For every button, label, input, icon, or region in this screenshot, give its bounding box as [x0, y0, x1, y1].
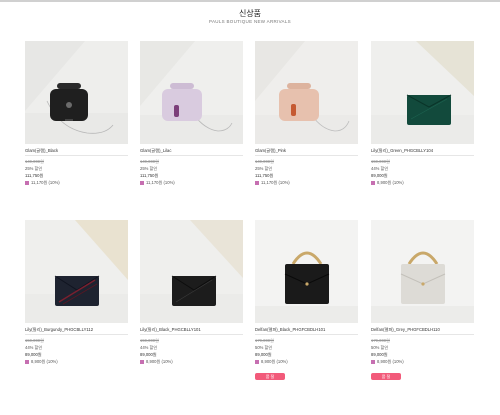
points-value: 8,900원 (10%)	[146, 359, 173, 364]
sale-price: 89,000원	[25, 352, 42, 357]
bag-pink-crossbody-image	[255, 41, 358, 144]
product-card[interactable]: Delfan(델파)_Grey_PHGFCBDLH110 179,000원 50…	[371, 220, 474, 383]
product-name[interactable]: Lily(릴리)_Black_PHGCBLLY101	[140, 327, 243, 335]
product-card[interactable]: Glam(글램)_Black 149,000원 25% 할인 111,750원 …	[25, 41, 128, 186]
product-image[interactable]	[255, 41, 358, 144]
sale-price: 89,000원	[140, 352, 157, 357]
product-image[interactable]	[140, 41, 243, 144]
soldout-badge: 품 절	[255, 373, 285, 380]
discount-rate: 50% 할인	[371, 345, 389, 350]
points-line: 8,900원 (10%)	[255, 358, 358, 365]
points-line: 8,900원 (10%)	[25, 358, 128, 365]
bag-black-clutch-image	[140, 220, 243, 323]
points-value: 8,900원 (10%)	[31, 359, 58, 364]
sale-price: 89,000원	[371, 173, 388, 178]
bag-black-tophandle-image	[255, 220, 358, 323]
product-image[interactable]	[255, 220, 358, 323]
point-icon	[140, 180, 144, 185]
sale-price: 111,750원	[25, 173, 44, 178]
product-image[interactable]	[371, 220, 474, 323]
page-title: 신상품	[238, 9, 262, 18]
original-price: 149,000원	[140, 159, 159, 164]
bag-green-clutch-image	[371, 41, 474, 144]
discount-rate: 44% 할인	[25, 345, 43, 350]
product-name[interactable]: Lily(릴리)_Burgundy_PHGCBLLY112	[25, 327, 128, 335]
point-icon	[371, 180, 375, 185]
point-icon	[25, 180, 29, 185]
discount-rate: 25% 할인	[140, 166, 158, 171]
product-card[interactable]: Delfan(델파)_Black_PHGFCBDLH101 179,000원 5…	[255, 220, 358, 383]
original-price: 159,000원	[371, 159, 390, 164]
product-card[interactable]: Glam(글램)_Pink 149,000원 25% 할인 111,750원 1…	[255, 41, 358, 186]
discount-rate: 50% 할인	[255, 345, 273, 350]
points-value: 8,900원 (10%)	[377, 180, 404, 185]
points-value: 11,170원 (10%)	[31, 180, 60, 185]
bag-black-crossbody-image	[25, 41, 128, 144]
product-card[interactable]: Lily(릴리)_Burgundy_PHGCBLLY112 159,000원 4…	[25, 220, 128, 365]
point-icon	[25, 359, 29, 364]
soldout-badge: 품 절	[371, 373, 401, 380]
points-line: 8,900원 (10%)	[140, 358, 243, 365]
original-price: 159,000원	[140, 338, 159, 343]
discount-rate: 44% 할인	[140, 345, 158, 350]
product-card[interactable]: Lily(릴리)_Black_PHGCBLLY101 159,000원 44% …	[140, 220, 243, 365]
product-name[interactable]: Glam(글램)_Pink	[255, 148, 358, 156]
points-value: 8,900원 (10%)	[377, 359, 404, 364]
points-value: 8,900원 (10%)	[261, 359, 288, 364]
bag-grey-tophandle-image	[371, 220, 474, 323]
original-price: 149,000원	[255, 159, 274, 164]
points-line: 11,170원 (10%)	[140, 179, 243, 186]
point-icon	[255, 359, 259, 364]
points-line: 11,170원 (10%)	[25, 179, 128, 186]
original-price: 179,000원	[371, 338, 390, 343]
original-price: 159,000원	[25, 338, 44, 343]
product-image[interactable]	[25, 220, 128, 323]
product-name[interactable]: Glam(글램)_Black	[25, 148, 128, 156]
point-icon	[255, 180, 259, 185]
points-line: 11,170원 (10%)	[255, 179, 358, 186]
product-name[interactable]: Lily(릴리)_Green_PHGCBLLY104	[371, 148, 474, 156]
top-divider	[0, 0, 500, 2]
sale-price: 111,750원	[140, 173, 159, 178]
sale-price: 111,750원	[255, 173, 274, 178]
discount-rate: 44% 할인	[371, 166, 389, 171]
points-value: 11,170원 (10%)	[146, 180, 175, 185]
sale-price: 89,000원	[255, 352, 272, 357]
product-image[interactable]	[371, 41, 474, 144]
product-name[interactable]: Glam(글램)_Lilac	[140, 148, 243, 156]
sale-price: 89,000원	[371, 352, 388, 357]
original-price: 149,000원	[25, 159, 44, 164]
points-line: 8,900원 (10%)	[371, 358, 474, 365]
product-name[interactable]: Delfan(델파)_Black_PHGFCBDLH101	[255, 327, 358, 335]
original-price: 179,000원	[255, 338, 274, 343]
discount-rate: 25% 할인	[255, 166, 273, 171]
product-card[interactable]: Lily(릴리)_Green_PHGCBLLY104 159,000원 44% …	[371, 41, 474, 186]
point-icon	[140, 359, 144, 364]
product-image[interactable]	[25, 41, 128, 144]
product-name[interactable]: Delfan(델파)_Grey_PHGFCBDLH110	[371, 327, 474, 335]
points-line: 8,900원 (10%)	[371, 179, 474, 186]
points-value: 11,170원 (10%)	[261, 180, 290, 185]
bag-lilac-crossbody-image	[140, 41, 243, 144]
product-card[interactable]: Glam(글램)_Lilac 149,000원 25% 할인 111,750원 …	[140, 41, 243, 186]
point-icon	[371, 359, 375, 364]
product-image[interactable]	[140, 220, 243, 323]
page-subtitle: PAULS BOUTIQUE NEW ARRIVALS	[209, 19, 291, 24]
bag-burgundy-clutch-image	[25, 220, 128, 323]
discount-rate: 25% 할인	[25, 166, 43, 171]
